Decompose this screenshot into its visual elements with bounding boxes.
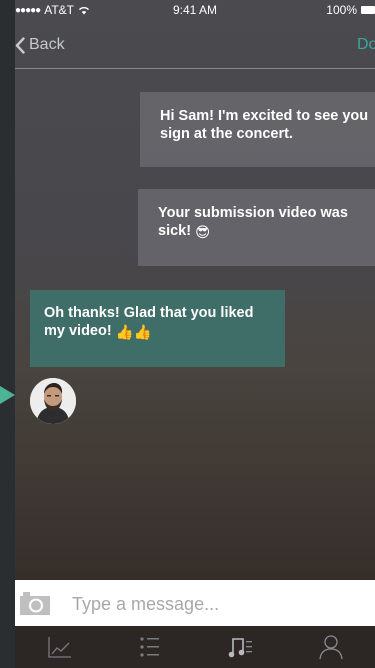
tab-profile[interactable] — [311, 629, 351, 665]
tab-list[interactable] — [130, 629, 170, 665]
message-input[interactable] — [70, 591, 354, 617]
carrier-label: AT&T — [44, 3, 74, 17]
nav-bar: Back Done — [15, 20, 375, 69]
signal-icon: ●●●●● — [15, 4, 41, 16]
status-bar: ●●●●● AT&T 9:41 AM 100% — [15, 0, 375, 20]
message-bubble-outgoing: Hi Sam! I'm excited to see you sign at t… — [140, 92, 375, 167]
list-icon — [140, 637, 159, 657]
sunglasses-emoji-icon: 😎 — [195, 225, 211, 241]
chat-screen: ●●●●● AT&T 9:41 AM 100% Back Done Hi Sam… — [15, 0, 375, 668]
back-label: Back — [29, 36, 65, 53]
avatar[interactable] — [30, 378, 76, 424]
wifi-icon — [78, 7, 89, 15]
pointer-arrow — [0, 386, 15, 404]
chart-icon — [48, 637, 71, 658]
message-bubble-incoming: Oh thanks! Glad that you liked my video!… — [30, 290, 285, 367]
tab-music[interactable] — [221, 629, 261, 665]
message-composer — [15, 580, 375, 626]
avatar-image — [30, 378, 76, 424]
done-button[interactable]: Done — [357, 36, 375, 54]
back-button[interactable]: Back — [15, 36, 65, 54]
battery-icon — [361, 6, 375, 14]
tab-stats[interactable] — [40, 629, 80, 665]
message-bubble-outgoing: Your submission video was sick! 😎 — [138, 189, 375, 266]
profile-icon — [319, 635, 343, 660]
left-gutter — [0, 0, 15, 668]
camera-icon[interactable] — [19, 590, 51, 616]
status-left: ●●●●● AT&T — [15, 3, 90, 17]
tab-bar — [15, 626, 375, 668]
message-text: Your submission video was sick! — [158, 205, 348, 239]
message-text: Hi Sam! I'm excited to see you sign at t… — [160, 108, 369, 142]
status-right: 100% — [326, 3, 375, 17]
chevron-left-icon — [15, 36, 25, 54]
status-time: 9:41 AM — [173, 3, 218, 17]
music-icon — [228, 638, 252, 658]
thumbs-up-emoji-icon: 👍👍 — [115, 325, 152, 341]
battery-percent: 100% — [326, 3, 357, 17]
